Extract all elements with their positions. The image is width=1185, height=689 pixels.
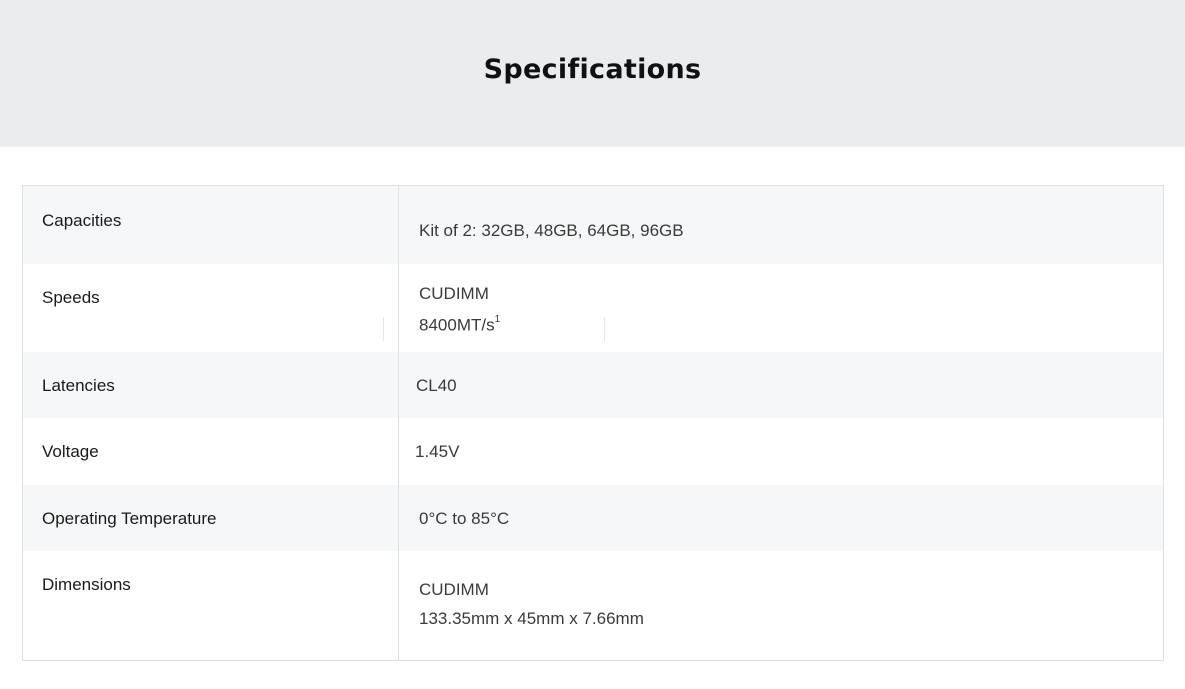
spec-row-capacities: Capacities Kit of 2: 32GB, 48GB, 64GB, 9… [23, 186, 1163, 264]
page-title: Specifications [483, 54, 702, 85]
spec-label: Operating Temperature [23, 485, 399, 551]
spec-row-latencies: Latencies CL40 [23, 352, 1163, 418]
spec-value-line: Kit of 2: 32GB, 48GB, 64GB, 96GB [419, 221, 684, 240]
spec-value: 0°C to 85°C [399, 485, 1163, 551]
spec-value: CUDIMM 8400MT/s1 [399, 264, 1163, 352]
spec-label: Capacities [23, 186, 399, 264]
spec-row-speeds: Speeds CUDIMM 8400MT/s1 [23, 264, 1163, 352]
spec-value-line: 133.35mm x 45mm x 7.66mm [419, 609, 644, 628]
spec-value-line: 1.45V [415, 442, 460, 461]
footnote-marker: 1 [494, 314, 501, 325]
spec-label: Speeds [23, 264, 399, 352]
spec-value-line: CUDIMM [419, 580, 489, 599]
spec-label: Latencies [23, 352, 399, 418]
spec-value-line: CUDIMM [419, 284, 489, 303]
spec-row-operating-temperature: Operating Temperature 0°C to 85°C [23, 485, 1163, 551]
spec-value: Kit of 2: 32GB, 48GB, 64GB, 96GB [399, 186, 1163, 264]
divider-mark [383, 317, 384, 341]
spec-value: CUDIMM 133.35mm x 45mm x 7.66mm [399, 551, 1163, 660]
spec-value-line: 0°C to 85°C [419, 509, 510, 528]
spec-label: Voltage [23, 418, 399, 485]
spec-value: 1.45V [399, 418, 1163, 485]
spec-row-dimensions: Dimensions CUDIMM 133.35mm x 45mm x 7.66… [23, 551, 1163, 660]
specifications-header: Specifications [0, 0, 1185, 147]
specifications-table: Capacities Kit of 2: 32GB, 48GB, 64GB, 9… [22, 185, 1164, 661]
spec-value-line: 8400MT/s1 [419, 308, 1163, 340]
speed-value: 8400MT/s [419, 315, 495, 335]
divider-mark [604, 317, 605, 341]
spec-value-line: CL40 [416, 376, 457, 395]
spec-label: Dimensions [23, 551, 399, 660]
spec-row-voltage: Voltage 1.45V [23, 418, 1163, 485]
spec-value: CL40 [399, 352, 1163, 418]
